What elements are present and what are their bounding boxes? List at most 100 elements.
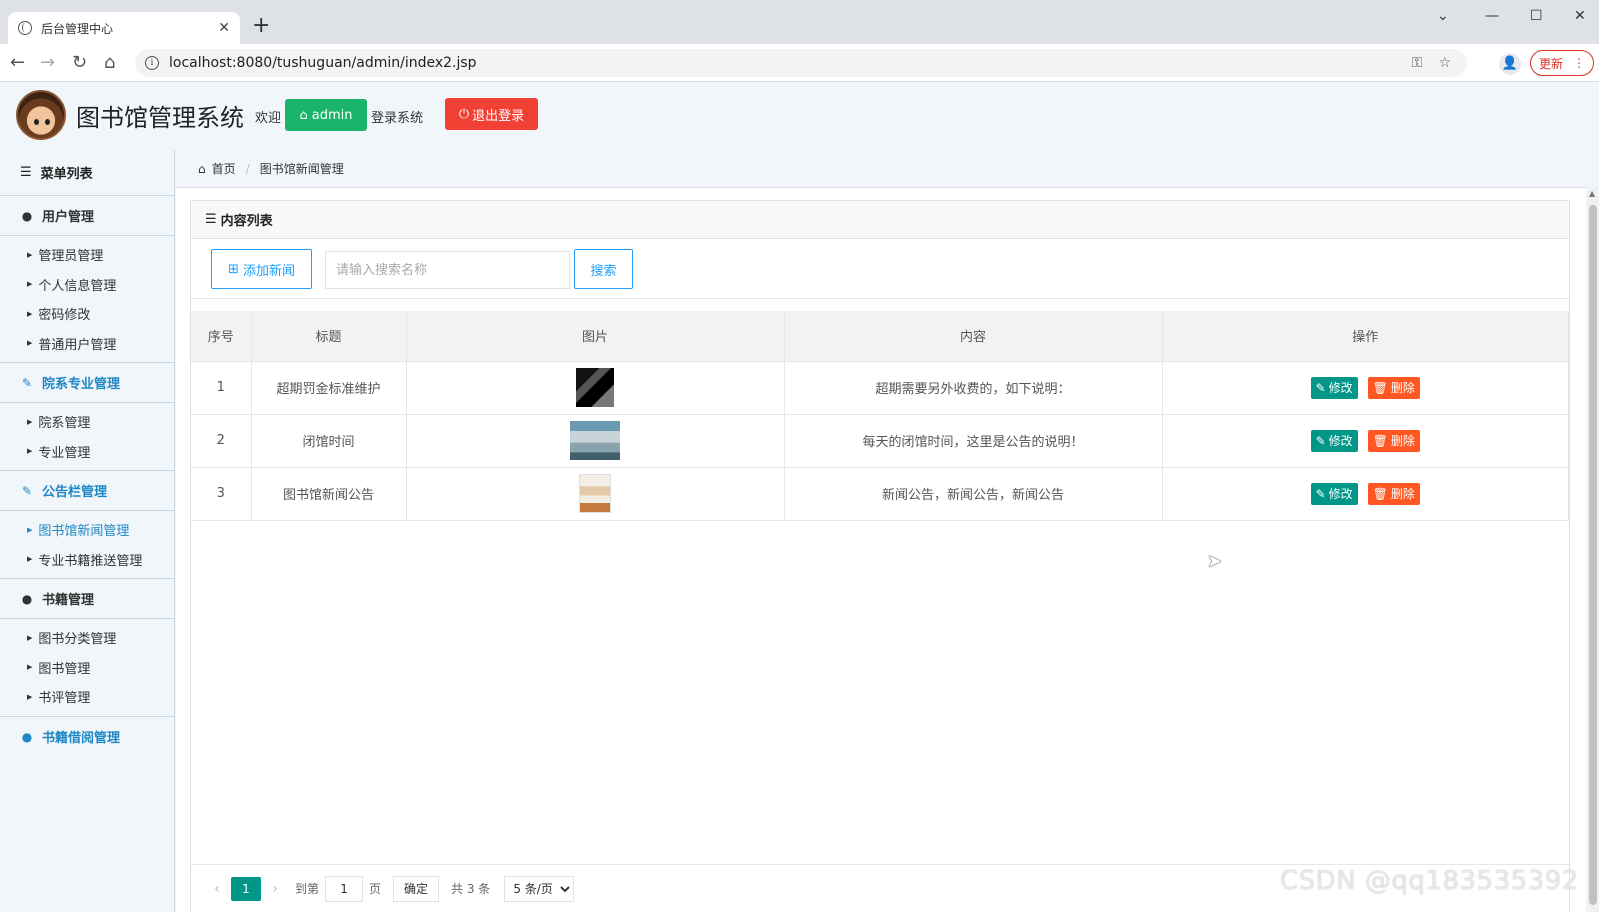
column-header: 序号 (191, 311, 252, 362)
home-icon[interactable]: ⌂ (104, 52, 115, 74)
maximize-icon[interactable]: ☐ (1530, 8, 1543, 24)
add-news-button[interactable]: ⊞ 添加新闻 (211, 249, 312, 289)
minimize-icon[interactable]: — (1485, 8, 1499, 24)
sidebar-title: ☰ 菜单列表 (0, 150, 174, 196)
sidebar-item-book-push[interactable]: ▶ 专业书籍推送管理 (0, 545, 174, 575)
sidebar-group-items: ▶ 管理员管理 ▶ 个人信息管理 ▶ 密码修改 ▶ 普通用户管理 (0, 236, 174, 363)
url-text[interactable]: localhost:8080/tushuguan/admin/index2.js… (169, 55, 1412, 71)
bookmark-star-icon[interactable]: ☆ (1438, 55, 1451, 71)
sidebar-item-admins[interactable]: ▶ 管理员管理 (0, 240, 174, 270)
sidebar-group-bulletin[interactable]: ✎ 公告栏管理 (0, 471, 174, 511)
edit-icon: ✎ (21, 483, 33, 498)
address-bar[interactable]: i localhost:8080/tushuguan/admin/index2.… (135, 49, 1467, 77)
sidebar-item-profile[interactable]: ▶ 个人信息管理 (0, 270, 174, 300)
delete-button[interactable]: 🗑 删除 (1367, 482, 1420, 505)
row-index: 2 (191, 413, 252, 468)
caret-right-icon: ▶ (27, 692, 33, 701)
total-count: 共 3 条 (451, 882, 491, 896)
close-window-icon[interactable]: ✕ (1574, 8, 1586, 24)
tab-close-icon[interactable]: ✕ (218, 20, 230, 36)
search-button[interactable]: 搜索 (574, 249, 633, 289)
edit-button[interactable]: ✎ 修改 (1310, 376, 1358, 399)
current-page[interactable]: 1 (231, 876, 261, 901)
sidebar-item-library-news[interactable]: ▶ 图书馆新闻管理 (0, 515, 174, 545)
goto-confirm-button[interactable]: 确定 (393, 875, 440, 902)
sidebar-group-departments[interactable]: ✎ 院系专业管理 (0, 363, 174, 403)
key-icon[interactable]: ⚿ (1412, 55, 1423, 71)
column-header: 标题 (250, 311, 407, 362)
sidebar-item-label: 院系管理 (38, 416, 91, 432)
edit-label: 修改 (1328, 434, 1353, 448)
logout-button[interactable]: ⏻ 退出登录 (445, 98, 538, 130)
table-row: 1 超期罚金标准维护 超期需要另外收费的，如下说明： ✎ 修改 🗑 删除 (191, 360, 1569, 415)
page-scrollbar[interactable]: ▲ (1587, 187, 1599, 912)
page-size-select[interactable]: 5 条/页 (504, 875, 575, 902)
panel-toolbar: ⊞ 添加新闻 搜索 (191, 239, 1569, 299)
row-content: 新闻公告，新闻公告，新闻公告 (783, 466, 1163, 521)
new-tab-button[interactable]: + (252, 14, 270, 38)
sidebar-item-majors[interactable]: ▶ 专业管理 (0, 437, 174, 467)
home-icon: ⌂ (198, 161, 206, 176)
caret-right-icon: ▶ (27, 250, 33, 259)
scroll-up-icon[interactable]: ▲ (1589, 189, 1595, 198)
site-info-icon[interactable]: i (145, 56, 159, 70)
sidebar-item-label: 普通用户管理 (38, 337, 117, 353)
sidebar-item-books[interactable]: ▶ 图书管理 (0, 653, 174, 683)
plus-square-icon: ⊞ (228, 261, 239, 277)
sidebar-item-label: 专业书籍推送管理 (38, 553, 143, 569)
watermark: CSDN @qq183535392 (1280, 866, 1579, 896)
caret-right-icon: ▶ (27, 633, 33, 642)
sidebar-item-users[interactable]: ▶ 普通用户管理 (0, 329, 174, 359)
next-page-icon[interactable]: › (261, 881, 289, 897)
goto-page-input[interactable] (325, 875, 364, 902)
sidebar-group-books[interactable]: ● 书籍管理 (0, 579, 174, 619)
sidebar-item-categories[interactable]: ▶ 图书分类管理 (0, 623, 174, 653)
profile-icon[interactable]: 👤 (1499, 53, 1521, 75)
caret-right-icon: ▶ (27, 555, 33, 564)
row-actions: ✎ 修改 🗑 删除 (1161, 413, 1569, 468)
delete-button[interactable]: 🗑 删除 (1367, 376, 1420, 399)
user-icon: ● (21, 208, 33, 223)
row-image-cell (405, 466, 785, 521)
news-thumbnail[interactable] (576, 368, 614, 407)
scroll-thumb[interactable] (1589, 205, 1597, 905)
news-table: 序号 标题 图片 内容 操作 1 超期罚金标准维护 超期需要另外收费的，如下说明… (191, 311, 1569, 521)
reload-icon[interactable]: ↻ (72, 52, 87, 74)
breadcrumb-separator: / (245, 161, 250, 176)
edit-icon: ✎ (1315, 486, 1326, 501)
sidebar-group-items: ▶ 院系管理 ▶ 专业管理 (0, 403, 174, 471)
tab-search-icon[interactable]: ⌄ (1437, 8, 1449, 24)
breadcrumb-home[interactable]: 首页 (212, 160, 236, 177)
browser-tab[interactable]: 后台管理中心 ✕ (8, 12, 240, 44)
admin-user-button[interactable]: ⌂ admin (285, 99, 367, 131)
sidebar-item-password[interactable]: ▶ 密码修改 (0, 299, 174, 329)
sidebar-group-items: ▶ 图书分类管理 ▶ 图书管理 ▶ 书评管理 (0, 619, 174, 717)
back-icon[interactable]: ← (10, 52, 25, 74)
forward-icon[interactable]: → (40, 52, 55, 74)
prev-page-icon[interactable]: ‹ (203, 881, 231, 897)
row-index: 3 (191, 466, 252, 521)
row-title: 超期罚金标准维护 (250, 360, 407, 415)
sidebar-item-departments[interactable]: ▶ 院系管理 (0, 407, 174, 437)
edit-icon: ✎ (1315, 433, 1326, 448)
caret-right-icon: ▶ (27, 339, 33, 348)
delete-button[interactable]: 🗑 删除 (1367, 429, 1420, 452)
app-header: 图书馆管理系统 欢迎 ⌂ admin 登录系统 ⏻ 退出登录 (0, 82, 1599, 150)
edit-button[interactable]: ✎ 修改 (1310, 429, 1358, 452)
content-panel: ☰ 内容列表 ⊞ 添加新闻 搜索 序号 标题 图片 内容 (190, 200, 1570, 912)
sidebar-group-borrowing[interactable]: ● 书籍借阅管理 (0, 717, 174, 757)
news-thumbnail[interactable] (579, 474, 611, 513)
search-input[interactable] (325, 251, 570, 289)
news-thumbnail[interactable] (570, 421, 620, 460)
row-actions: ✎ 修改 🗑 删除 (1161, 466, 1569, 521)
sidebar-group-user[interactable]: ● 用户管理 (0, 196, 174, 236)
sidebar-item-label: 管理员管理 (38, 249, 104, 265)
sidebar-item-label: 专业管理 (38, 445, 91, 461)
system-title: 图书馆管理系统 (76, 104, 244, 132)
row-title: 图书馆新闻公告 (250, 466, 407, 521)
update-button[interactable]: 更新 ⋮ (1530, 50, 1594, 76)
sidebar-item-reviews[interactable]: ▶ 书评管理 (0, 682, 174, 712)
edit-button[interactable]: ✎ 修改 (1310, 482, 1358, 505)
sidebar-item-label: 个人信息管理 (38, 278, 117, 294)
caret-right-icon: ▶ (27, 280, 33, 289)
